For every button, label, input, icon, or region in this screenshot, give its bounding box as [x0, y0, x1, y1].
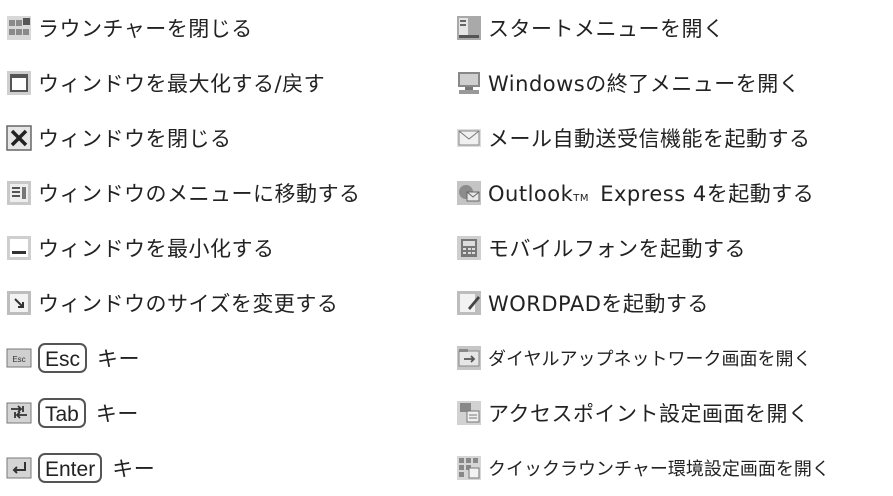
wordpad-row[interactable]: WORDPADを起動する — [456, 275, 893, 330]
esc-key: Esc — [38, 342, 88, 373]
window-close-label: ウィンドウを閉じる — [38, 126, 232, 151]
windows-shutdown-label: Windowsの終了メニューを開く — [488, 71, 801, 96]
mobile-phone-row[interactable]: モバイルフォンを起動する — [456, 220, 893, 275]
window-menu-icon — [6, 180, 32, 206]
window-resize-row[interactable]: ウィンドウのサイズを変更する — [6, 275, 446, 330]
quick-launcher-settings-label: クイックラウンチャー環境設定画面を開く — [488, 458, 830, 480]
wordpad-label: WORDPADを起動する — [488, 291, 709, 316]
window-resize-label: ウィンドウのサイズを変更する — [38, 291, 339, 316]
outlook-express-label: OutlookTM Express 4を起動する — [488, 178, 814, 208]
window-close-icon — [6, 124, 32, 151]
window-close-row[interactable]: ウィンドウを閉じる — [6, 110, 446, 165]
tab-key: Tab — [38, 397, 86, 428]
tab-icon — [6, 400, 32, 426]
window-maximize-label: ウィンドウを最大化する/戻す — [38, 71, 326, 96]
enter-key: Enter — [38, 452, 103, 483]
esc-key-label: キー — [97, 346, 141, 371]
esc-icon: Esc — [6, 345, 32, 371]
svg-text:Esc: Esc — [12, 355, 25, 364]
start-menu-label: スタートメニューを開く — [488, 16, 725, 41]
window-menu-row[interactable]: ウィンドウのメニューに移動する — [6, 165, 446, 220]
window-resize-icon — [6, 290, 32, 316]
esc-key-row[interactable]: Esc Esc キー — [6, 330, 446, 385]
right-column: スタートメニューを開く Windowsの終了メニューを開く メール自動送受信機能… — [456, 0, 893, 495]
access-point-icon — [456, 400, 482, 426]
window-menu-label: ウィンドウのメニューに移動する — [38, 181, 361, 206]
window-maximize-row[interactable]: ウィンドウを最大化する/戻す — [6, 55, 446, 110]
wordpad-icon — [456, 290, 482, 316]
windows-shutdown-icon — [456, 70, 482, 96]
outlook-express-icon — [456, 180, 482, 206]
tab-key-label: キー — [95, 401, 139, 426]
enter-key-label: キー — [112, 456, 156, 481]
enter-icon — [6, 455, 32, 481]
mobile-phone-label: モバイルフォンを起動する — [488, 236, 746, 261]
mail-icon — [456, 125, 482, 151]
mail-row[interactable]: メール自動送受信機能を起動する — [456, 110, 893, 165]
tab-key-row[interactable]: Tab キー — [6, 385, 446, 440]
mobile-phone-icon — [456, 235, 482, 261]
start-menu-icon — [456, 15, 482, 41]
window-minimize-label: ウィンドウを最小化する — [38, 236, 275, 261]
launcher-close-icon — [6, 15, 32, 41]
outlook-express-row[interactable]: OutlookTM Express 4を起動する — [456, 165, 893, 220]
enter-key-row[interactable]: Enter キー — [6, 440, 446, 495]
launcher-close-row[interactable]: ラウンチャーを閉じる — [6, 0, 446, 55]
dialup-network-icon — [456, 345, 482, 371]
access-point-row[interactable]: アクセスポイント設定画面を開く — [456, 385, 893, 440]
quick-launcher-settings-icon — [456, 455, 482, 481]
launcher-close-label: ラウンチャーを閉じる — [38, 16, 253, 41]
windows-shutdown-row[interactable]: Windowsの終了メニューを開く — [456, 55, 893, 110]
outlook-name: Outlook — [488, 181, 574, 206]
dialup-network-label: ダイヤルアップネットワーク画面を開く — [488, 348, 812, 370]
mail-label: メール自動送受信機能を起動する — [488, 126, 811, 151]
quick-launcher-settings-row[interactable]: クイックラウンチャー環境設定画面を開く — [456, 440, 893, 495]
start-menu-row[interactable]: スタートメニューを開く — [456, 0, 893, 55]
window-maximize-icon — [6, 70, 32, 96]
outlook-express-suffix: Express 4を起動する — [593, 181, 815, 206]
trademark-mark: TM — [573, 192, 590, 204]
access-point-label: アクセスポイント設定画面を開く — [488, 401, 810, 426]
window-minimize-row[interactable]: ウィンドウを最小化する — [6, 220, 446, 275]
left-column: ラウンチャーを閉じる ウィンドウを最大化する/戻す ウィンドウを閉じる ウィンド… — [6, 0, 446, 495]
window-minimize-icon — [6, 235, 32, 261]
dialup-network-row[interactable]: ダイヤルアップネットワーク画面を開く — [456, 330, 893, 385]
